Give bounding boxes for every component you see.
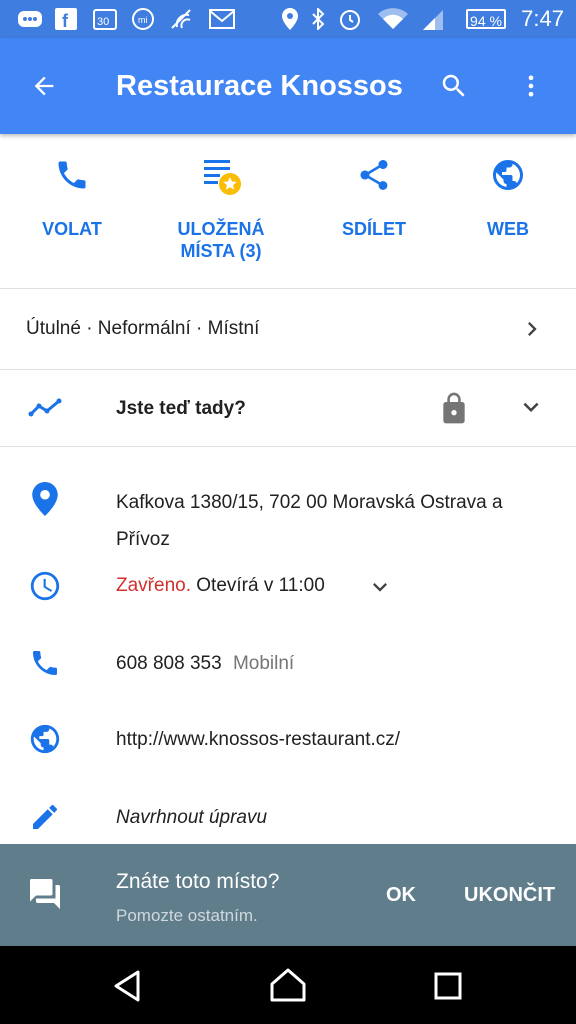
- home-icon: [270, 968, 306, 1002]
- recents-square-icon: [434, 972, 462, 1000]
- signal-waves-icon: [168, 7, 196, 31]
- app-bar: Restaurace Knossos: [0, 38, 576, 134]
- place-icon: [28, 482, 62, 516]
- hours-status: Zavřeno.: [116, 575, 191, 596]
- chevron-down-icon: [366, 573, 394, 606]
- svg-text:mi: mi: [138, 15, 148, 25]
- hours-text: Otevírá v 11:00: [196, 575, 325, 596]
- arrow-back-icon: [34, 76, 54, 96]
- snackbar-dismiss-button[interactable]: UKONČIT: [464, 884, 555, 907]
- page-title: Restaurace Knossos: [116, 70, 403, 102]
- nav-recents-button[interactable]: [432, 970, 464, 1007]
- cell-signal-icon: [420, 7, 446, 31]
- facebook-icon: f: [54, 7, 78, 31]
- back-button[interactable]: [22, 64, 66, 108]
- web-action-button[interactable]: WEB: [436, 150, 576, 240]
- messages-icon: [16, 7, 44, 31]
- presence-row[interactable]: Jste teď tady?: [0, 370, 576, 446]
- more-vert-icon: [528, 75, 534, 97]
- clock-icon: [28, 569, 62, 603]
- saved-places-action-label: ULOŽENÁ MÍSTA (3): [177, 219, 265, 261]
- calendar-icon: 30: [92, 7, 118, 31]
- phone-number: 608 808 353: [116, 653, 222, 674]
- svg-text:f: f: [62, 11, 69, 30]
- alarm-icon: [336, 7, 364, 31]
- web-action-label: WEB: [487, 219, 529, 239]
- call-action-button[interactable]: VOLAT: [0, 150, 144, 240]
- timeline-icon: [28, 391, 62, 425]
- back-triangle-icon: [114, 970, 140, 1002]
- address-text: Kafkova 1380/15, 702 00 Moravská Ostrava…: [116, 492, 503, 550]
- feedback-icon: [26, 876, 64, 917]
- tags-text: Útulné · Neformální · Místní: [26, 318, 260, 339]
- saved-places-icon: [149, 150, 293, 200]
- mi-icon: mi: [130, 7, 156, 31]
- clock: 7:47: [521, 6, 564, 31]
- snackbar-subtitle: Pomozte ostatním.: [116, 906, 258, 925]
- expand-presence-button[interactable]: [516, 392, 546, 427]
- search-button[interactable]: [432, 64, 476, 108]
- chevron-right-icon: [518, 315, 546, 348]
- svg-text:30: 30: [97, 16, 109, 28]
- wifi-icon: [376, 7, 410, 31]
- suggest-edit-row[interactable]: Navrhnout úpravu: [0, 796, 576, 840]
- more-options-button[interactable]: [509, 64, 553, 108]
- phone-type: Mobilní: [232, 653, 295, 674]
- battery-indicator: 94 %: [466, 9, 506, 29]
- divider: [0, 446, 576, 447]
- call-action-label: VOLAT: [42, 219, 102, 239]
- phone-icon: [28, 646, 62, 680]
- share-action-label: SDÍLET: [341, 219, 406, 239]
- presence-question: Jste teď tady?: [116, 398, 246, 419]
- feedback-snackbar: Znáte toto místo? Pomozte ostatním. OK U…: [0, 844, 576, 946]
- system-nav-bar: [0, 946, 576, 1024]
- globe-icon: [28, 722, 62, 756]
- phone-icon: [0, 150, 144, 200]
- bluetooth-icon: [308, 7, 328, 31]
- status-bar: f 30 mi 94 % 7:47: [0, 0, 576, 38]
- address-row[interactable]: Kafkova 1380/15, 702 00 Moravská Ostrava…: [0, 466, 576, 556]
- globe-icon: [436, 150, 576, 200]
- nav-home-button[interactable]: [268, 966, 308, 1009]
- phone-row[interactable]: 608 808 353 Mobilní: [0, 642, 576, 686]
- share-action-button[interactable]: SDÍLET: [302, 150, 446, 240]
- website-link: http://www.knossos-restaurant.cz/: [116, 729, 401, 750]
- pencil-icon: [28, 800, 62, 834]
- search-icon: [442, 74, 465, 97]
- chevron-down-icon: [523, 402, 539, 412]
- snackbar-ok-button[interactable]: OK: [386, 884, 416, 907]
- snackbar-question: Znáte toto místo?: [116, 870, 280, 893]
- hours-row[interactable]: Zavřeno. Otevírá v 11:00: [0, 566, 576, 610]
- saved-places-action-button[interactable]: ULOŽENÁ MÍSTA (3): [149, 150, 293, 262]
- location-icon: [280, 7, 300, 31]
- share-icon: [302, 150, 446, 200]
- suggest-edit-text: Navrhnout úpravu: [116, 807, 268, 828]
- gmail-icon: [208, 7, 236, 31]
- tags-row[interactable]: Útulné · Neformální · Místní: [0, 289, 576, 369]
- lock-icon: [438, 390, 470, 431]
- nav-back-button[interactable]: [110, 968, 146, 1009]
- website-row[interactable]: http://www.knossos-restaurant.cz/: [0, 718, 576, 762]
